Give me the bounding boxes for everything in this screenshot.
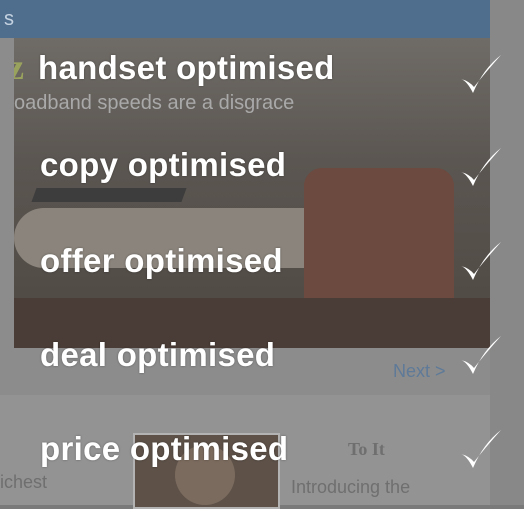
overlay-item-label: handset optimised (38, 49, 335, 86)
checkmark-icon (455, 332, 505, 382)
lower-right-text: Introducing the (291, 477, 411, 497)
overlay-item-copy: copy optimised (0, 140, 524, 200)
checkmark-icon (455, 144, 505, 194)
overlay-item-handset: handset optimised (0, 45, 524, 105)
overlay-item-label: deal optimised (40, 336, 276, 373)
checkmark-icon (455, 426, 505, 476)
checkmark-icon (455, 238, 505, 288)
overlay-item-label: offer optimised (40, 242, 283, 279)
page-header: s (0, 0, 490, 38)
overlay-item-label: copy optimised (40, 146, 287, 183)
overlay-item-offer: offer optimised (0, 232, 524, 292)
overlay-item-deal: deal optimised (0, 330, 524, 390)
header-text: s (4, 8, 14, 30)
checkmark-icon (455, 51, 505, 101)
overlay-item-price: price optimised (0, 420, 524, 480)
overlay-item-label: price optimised (40, 430, 289, 467)
